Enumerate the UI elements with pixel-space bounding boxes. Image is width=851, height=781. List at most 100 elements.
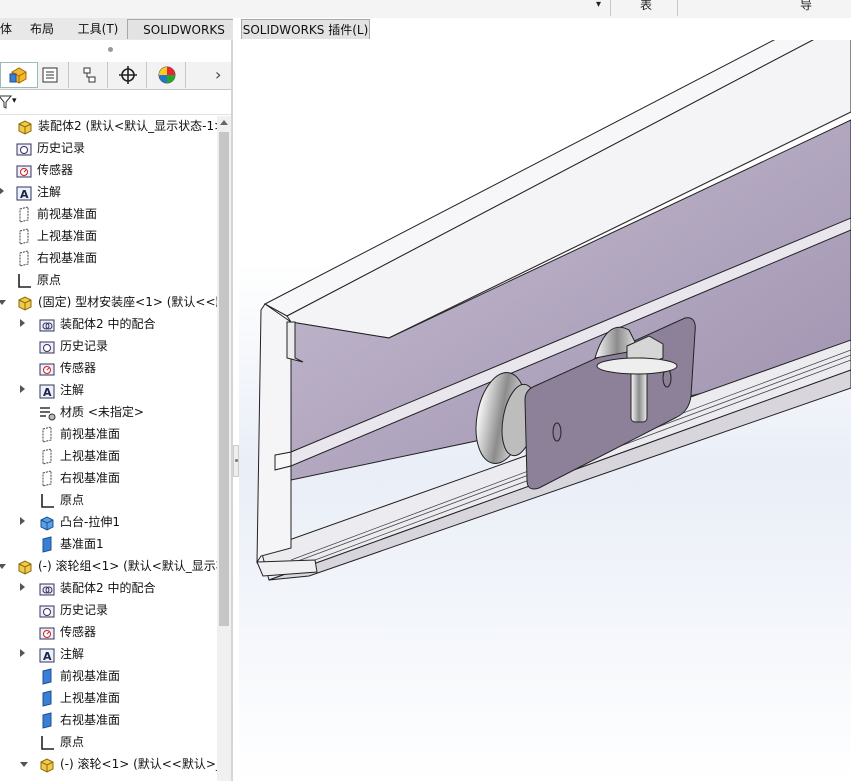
tree-item[interactable]: 历史记录 [0, 336, 217, 358]
tree-item-label: 右视基准面 [37, 251, 98, 265]
manager-tabs: › [0, 62, 231, 90]
expand-right-icon[interactable] [20, 517, 25, 525]
tree-item-label: 前视基准面 [60, 427, 121, 441]
tree-item[interactable]: 传感器 [0, 160, 217, 182]
plane-icon [19, 206, 29, 223]
tree-scrollbar[interactable] [217, 116, 231, 781]
property-manager-tab[interactable] [31, 62, 69, 88]
plane-icon [19, 250, 29, 267]
tree-item[interactable]: 历史记录 [0, 600, 217, 622]
tree-item[interactable]: 凸台-拉伸1 [0, 512, 217, 534]
top-strip-text-a[interactable]: 表 [640, 0, 652, 13]
tree-item-label: 原点 [60, 493, 85, 507]
tab-layout[interactable]: 布局 [17, 19, 67, 39]
dropdown-arrow-icon[interactable]: ▾ [596, 0, 601, 10]
tree-item-label: 上视基准面 [37, 229, 98, 243]
tree-item-label: 传感器 [60, 625, 97, 639]
filter-dropdown-icon[interactable]: ▾ [12, 96, 17, 106]
expand-down-icon[interactable] [0, 300, 6, 305]
tree-item[interactable]: 基准面1 [0, 534, 217, 556]
tab-solidworks-addins[interactable]: SOLIDWORKS 插件(L) [241, 19, 370, 39]
svg-text:A: A [43, 386, 52, 399]
plane-icon [19, 228, 29, 245]
expand-right-icon[interactable] [20, 583, 25, 591]
tree-item-label: (固定) 型材安装座<1> (默认<<默 [38, 295, 217, 309]
scrollbar-thumb[interactable] [219, 132, 229, 626]
tree-item[interactable]: 前视基准面 [0, 424, 217, 446]
more-tabs-chevron-icon[interactable]: › [215, 65, 221, 84]
tree-item[interactable]: 装配体2 中的配合 [0, 314, 217, 336]
expand-right-icon[interactable] [20, 385, 25, 393]
tree-item-label: 前视基准面 [60, 669, 121, 683]
plane-solid-icon [42, 690, 52, 707]
top-strip-text-b[interactable]: 导 [800, 0, 812, 13]
tree-item[interactable]: (-) 滚轮<1> (默认<<默认>_ [0, 754, 217, 776]
tree-item-label: 上视基准面 [60, 449, 121, 463]
tree-item[interactable]: 装配体2 (默认<默认_显示状态-1>) [0, 116, 217, 138]
display-manager-icon [158, 66, 175, 84]
tree-item-label: 基准面1 [60, 537, 104, 551]
tab-body[interactable]: 体 [0, 19, 16, 39]
tree-item[interactable]: 右视基准面 [0, 710, 217, 732]
tree-item[interactable]: 原点 [0, 270, 217, 292]
tree-item[interactable]: 右视基准面 [0, 248, 217, 270]
feature-tree: 装配体2 (默认<默认_显示状态-1>) 历史记录 传感器 A 注解 前视基准面 上视基准面… [0, 116, 217, 781]
tree-item[interactable]: 原点 [0, 732, 217, 754]
tree-item[interactable]: 前视基准面 [0, 666, 217, 688]
tree-item[interactable]: 上视基准面 [0, 446, 217, 468]
expand-right-icon[interactable] [0, 187, 4, 195]
command-tab-bar: 体 布局 工具(T) SOLIDWORKS MBD [0, 18, 241, 57]
divider [610, 0, 611, 16]
tab-solidworks-mbd[interactable]: SOLIDWORKS MBD [127, 19, 241, 57]
dimxpert-manager-tab[interactable] [109, 62, 147, 88]
subassembly-icon [18, 560, 32, 575]
tree-item[interactable]: (-) 滚轮组<1> (默认<默认_显示状 [0, 556, 217, 578]
annotation-icon: A [16, 186, 32, 201]
tree-item[interactable]: 右视基准面 [0, 468, 217, 490]
sensor-icon [39, 363, 55, 376]
tab-tools[interactable]: 工具(T) [70, 19, 126, 39]
tree-item[interactable]: 传感器 [0, 358, 217, 380]
tree-item[interactable]: 上视基准面 [0, 226, 217, 248]
plane-icon [42, 448, 52, 465]
divider [677, 0, 678, 16]
annotation-icon: A [39, 648, 55, 663]
graphics-area[interactable] [239, 40, 851, 781]
history-icon [16, 143, 32, 156]
tree-item-label: 历史记录 [37, 141, 86, 155]
annotation-icon: A [39, 384, 55, 399]
configuration-manager-tab[interactable] [70, 62, 108, 88]
tree-item[interactable]: 原点 [0, 490, 217, 512]
part-icon [40, 758, 54, 773]
top-strip: ▾ 表 导 [0, 0, 851, 19]
tree-item-label: 原点 [60, 735, 85, 749]
tree-item-label: 上视基准面 [60, 691, 121, 705]
expand-right-icon[interactable] [20, 649, 25, 657]
filter-icon[interactable] [0, 94, 12, 110]
tree-item[interactable]: 装配体2 中的配合 [0, 578, 217, 600]
panel-grip-icon[interactable] [108, 47, 113, 52]
tree-item-label: 注解 [60, 383, 85, 397]
tree-item[interactable]: A 注解 [0, 644, 217, 666]
extrude-icon [40, 516, 54, 531]
assembly-icon [18, 120, 32, 135]
command-tab-bar-right: SOLIDWORKS 插件(L) [233, 18, 851, 40]
plane-solid-icon [42, 536, 52, 553]
tree-item[interactable]: 历史记录 [0, 138, 217, 160]
tree-item[interactable]: 上视基准面 [0, 688, 217, 710]
tree-item-label: 前视基准面 [37, 207, 98, 221]
expand-right-icon[interactable] [20, 319, 25, 327]
tree-item[interactable]: 前视基准面 [0, 204, 217, 226]
tree-item[interactable]: 材质 <未指定> [0, 402, 217, 424]
tree-item-label: 装配体2 中的配合 [60, 317, 156, 331]
tree-item[interactable]: A 注解 [0, 182, 217, 204]
svg-text:A: A [20, 188, 29, 201]
tree-item[interactable]: A 注解 [0, 380, 217, 402]
expand-down-icon[interactable] [20, 762, 28, 767]
display-manager-tab[interactable] [148, 62, 186, 88]
scroll-up-icon[interactable] [220, 120, 228, 125]
expand-down-icon[interactable] [0, 564, 6, 569]
tree-item[interactable]: (固定) 型材安装座<1> (默认<<默 [0, 292, 217, 314]
plane-solid-icon [42, 668, 52, 685]
tree-item[interactable]: 传感器 [0, 622, 217, 644]
